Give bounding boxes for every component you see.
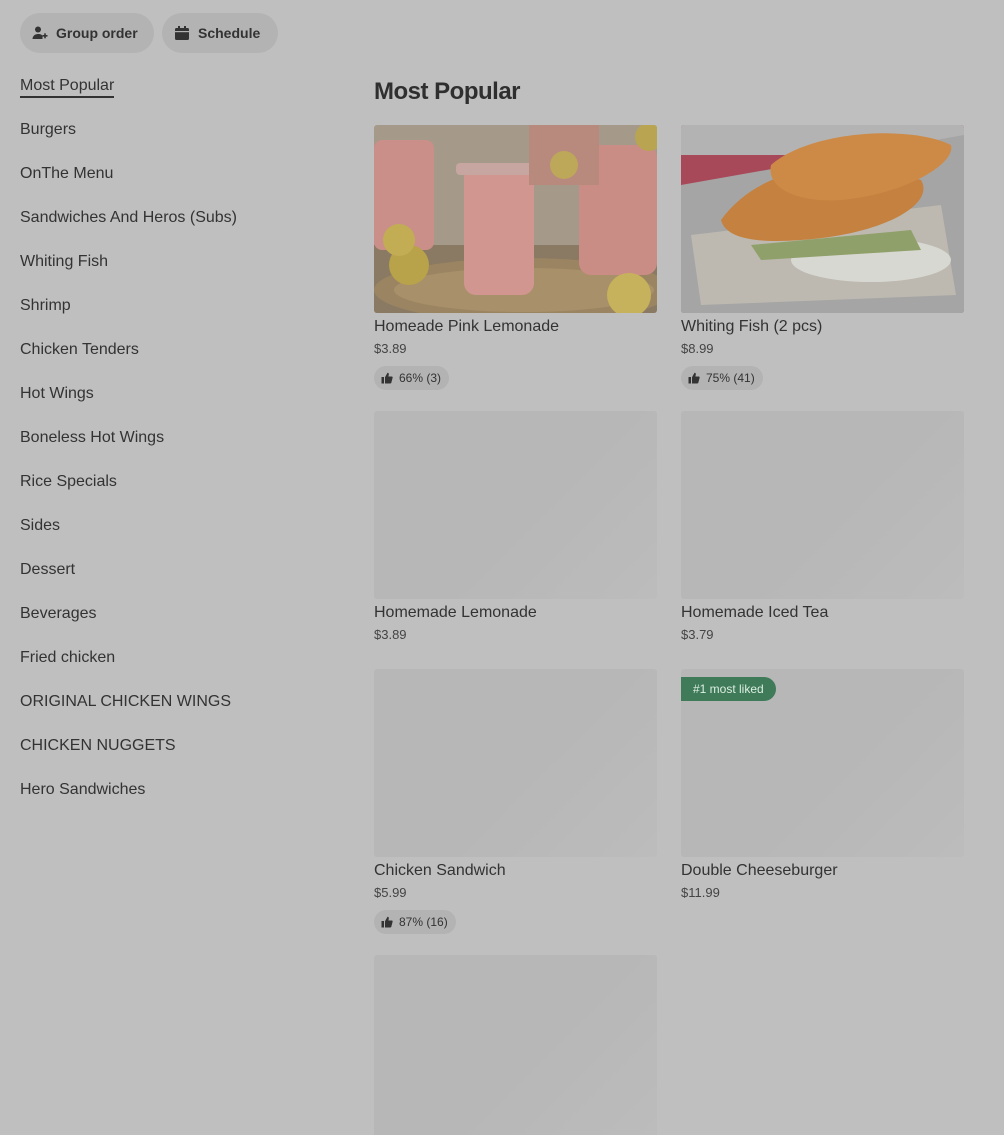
rating-text: 87% (16) (399, 915, 448, 929)
item-name: Chicken Sandwich (374, 862, 506, 879)
schedule-button[interactable]: Schedule (162, 13, 278, 53)
item-name: Double Cheeseburger (681, 862, 838, 879)
thumbs-up-icon (688, 372, 700, 384)
menu-item-card[interactable]: Chicken Sandwich $5.99 87% (16) (374, 669, 657, 934)
rating-badge: 75% (41) (681, 366, 763, 390)
nav-item-shrimp[interactable]: Shrimp (20, 290, 320, 334)
thumbs-up-icon (381, 916, 393, 928)
nav-item-hot-wings[interactable]: Hot Wings (20, 378, 320, 422)
item-price: $3.89 (374, 341, 407, 356)
nav-item-burgers[interactable]: Burgers (20, 114, 320, 158)
nav-item-beverages[interactable]: Beverages (20, 598, 320, 642)
menu-item-card[interactable]: Homemade Iced Tea $3.79 (681, 411, 964, 645)
calendar-icon (175, 26, 189, 40)
menu-item-card[interactable]: Whiting Fish (2 pcs) $8.99 75% (41) (681, 125, 964, 390)
item-name: Whiting Fish (2 pcs) (681, 318, 823, 335)
menu-item-card[interactable]: Homeade Pink Lemonade $3.89 66% (3) (374, 125, 657, 390)
section-title: Most Popular (374, 78, 521, 105)
nav-item-on-the-menu[interactable]: OnThe Menu (20, 158, 320, 202)
item-price: $3.79 (681, 627, 714, 642)
item-price: $8.99 (681, 341, 714, 356)
item-photo-placeholder (374, 955, 657, 1135)
menu-item-card[interactable]: #1 most liked Double Cheeseburger $11.99 (681, 669, 964, 903)
group-order-label: Group order (56, 25, 138, 41)
item-photo-placeholder: #1 most liked (681, 669, 964, 857)
menu-item-card[interactable]: Homemade Lemonade $3.89 (374, 411, 657, 645)
item-photo-whiting-fish (681, 125, 964, 313)
nav-item-boneless-hot-wings[interactable]: Boneless Hot Wings (20, 422, 320, 466)
item-name: Homemade Iced Tea (681, 604, 829, 621)
nav-item-chicken-tenders[interactable]: Chicken Tenders (20, 334, 320, 378)
nav-item-whiting-fish[interactable]: Whiting Fish (20, 246, 320, 290)
add-person-icon (32, 26, 48, 39)
nav-item-chicken-nuggets[interactable]: CHICKEN NUGGETS (20, 730, 320, 774)
nav-item-hero-sandwiches[interactable]: Hero Sandwiches (20, 774, 320, 818)
nav-item-sides[interactable]: Sides (20, 510, 320, 554)
rating-badge: 66% (3) (374, 366, 450, 390)
schedule-label: Schedule (198, 25, 261, 41)
category-nav: Most Popular Burgers OnThe Menu Sandwich… (20, 70, 320, 818)
nav-item-fried-chicken[interactable]: Fried chicken (20, 642, 320, 686)
group-order-button[interactable]: Group order (20, 13, 154, 53)
item-name: Homeade Pink Lemonade (374, 318, 560, 335)
most-liked-badge: #1 most liked (681, 677, 776, 701)
item-price: $3.89 (374, 627, 407, 642)
nav-item-original-chicken-wings[interactable]: ORIGINAL CHICKEN WINGS (20, 686, 320, 730)
rating-badge: 87% (16) (374, 910, 456, 934)
thumbs-up-icon (381, 372, 393, 384)
nav-item-rice-specials[interactable]: Rice Specials (20, 466, 320, 510)
nav-item-most-popular[interactable]: Most Popular (20, 70, 320, 114)
item-name: Homemade Lemonade (374, 604, 537, 621)
item-photo-placeholder (374, 669, 657, 857)
item-photo-pink-lemonade (374, 125, 657, 313)
nav-item-sandwiches-and-heros[interactable]: Sandwiches And Heros (Subs) (20, 202, 320, 246)
rating-text: 66% (3) (399, 371, 442, 385)
nav-item-dessert[interactable]: Dessert (20, 554, 320, 598)
rating-text: 75% (41) (706, 371, 755, 385)
menu-item-card[interactable] (374, 955, 657, 1135)
item-photo-placeholder (681, 411, 964, 599)
item-photo-placeholder (374, 411, 657, 599)
item-price: $5.99 (374, 885, 407, 900)
item-price: $11.99 (681, 885, 720, 900)
